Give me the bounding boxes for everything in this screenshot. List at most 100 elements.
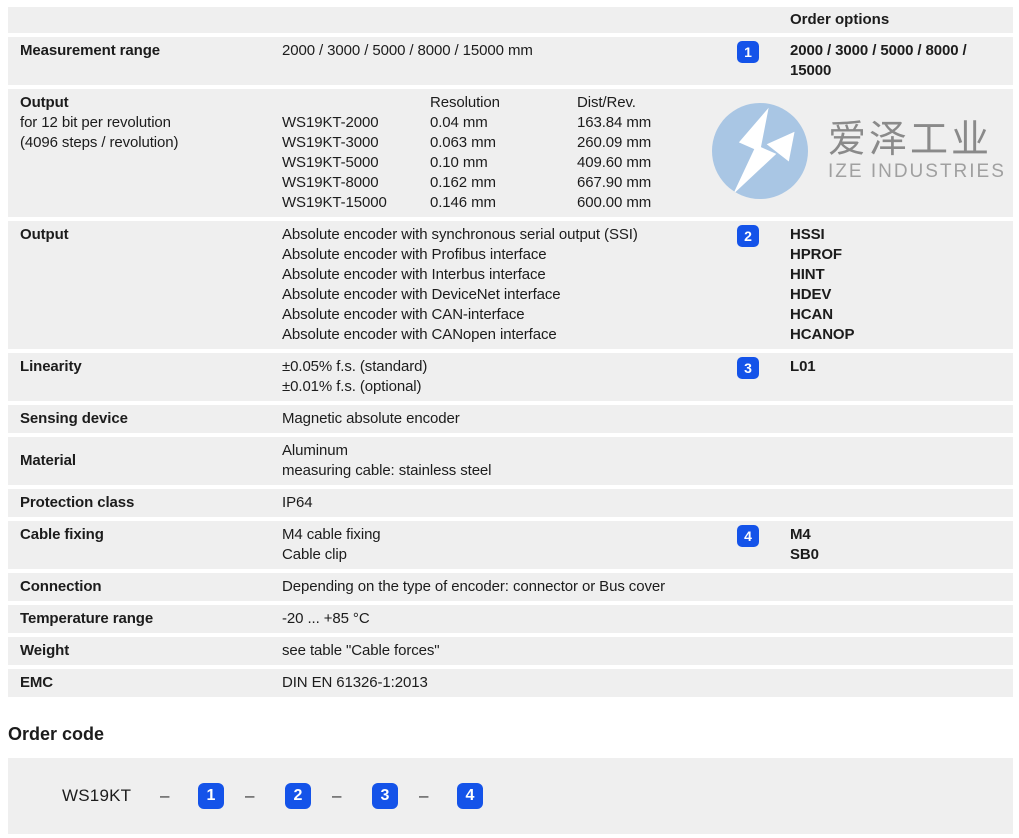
option-line: HCANOP [790, 325, 854, 345]
row-label: Output [8, 221, 282, 349]
order-options-header-row: Order options [8, 7, 1013, 33]
row-order-options: 3 L01 [737, 353, 1013, 401]
table-cell-res: 0.063 mm [430, 133, 577, 153]
order-code-badge-4: 4 [457, 783, 483, 809]
row-weight: Weight see table "Cable forces" [8, 637, 1013, 665]
row-order-options [737, 605, 1013, 633]
value-line: Aluminum [282, 441, 737, 461]
value-line: Absolute encoder with CANopen interface [282, 325, 737, 345]
option-line: M4 [790, 525, 819, 545]
row-order-options: 2 HSSI HPROF HINT HDEV HCAN HCANOP [737, 221, 1013, 349]
option-line: SB0 [790, 545, 819, 565]
row-sublabel: (4096 steps / revolution) [20, 133, 282, 153]
resolution-table: Resolution Dist/Rev. WS19KT-2000 0.04 mm… [282, 89, 737, 217]
value-line: Absolute encoder with DeviceNet interfac… [282, 285, 737, 305]
row-label: Cable fixing [8, 521, 282, 569]
value-line: Absolute encoder with Profibus interface [282, 245, 737, 265]
row-emc: EMC DIN EN 61326-1:2013 [8, 669, 1013, 697]
ize-industries-logo: 爱泽工业 IZE INDUSTRIES [712, 103, 1006, 199]
resolution-table-grid: Resolution Dist/Rev. WS19KT-2000 0.04 mm… [282, 93, 737, 213]
header-label-spacer [8, 7, 282, 33]
table-cell-res: 0.162 mm [430, 173, 577, 193]
header-order-cell: Order options [737, 7, 1013, 33]
option-badge-4: 4 [737, 525, 759, 547]
option-line: HDEV [790, 285, 854, 305]
order-options-title: Order options [790, 10, 889, 30]
option-line: L01 [790, 357, 816, 377]
row-order-options [737, 437, 1013, 485]
order-code-dash: – [332, 786, 341, 806]
datasheet-page: Order options Measurement range 2000 / 3… [0, 0, 1019, 838]
row-label: Temperature range [8, 605, 282, 633]
order-code-heading: Order code [8, 723, 1019, 745]
order-code-badge-3: 3 [372, 783, 398, 809]
row-label: EMC [8, 669, 282, 697]
row-value-block: Absolute encoder with synchronous serial… [282, 221, 737, 349]
row-order-options [737, 573, 1013, 601]
spec-table: Order options Measurement range 2000 / 3… [0, 0, 1019, 697]
option-line: HSSI [790, 225, 854, 245]
option-line: HINT [790, 265, 854, 285]
row-value: -20 ... +85 °C [282, 605, 737, 633]
table-cell-res: 0.10 mm [430, 153, 577, 173]
value-line: measuring cable: stainless steel [282, 461, 737, 481]
option-badge-1: 1 [737, 41, 759, 63]
column-header-resolution: Resolution [430, 93, 577, 113]
table-cell-model: WS19KT-5000 [282, 153, 430, 173]
value-line: Absolute encoder with synchronous serial… [282, 225, 737, 245]
row-label: Measurement range [8, 37, 282, 85]
row-label: Connection [8, 573, 282, 601]
option-badge-2: 2 [737, 225, 759, 247]
row-order-options [737, 405, 1013, 433]
row-order-options [737, 637, 1013, 665]
row-output-interfaces: Output Absolute encoder with synchronous… [8, 221, 1013, 349]
row-label: Material [8, 451, 282, 471]
logo-chinese-name: 爱泽工业 [828, 119, 1006, 161]
table-cell-res: 0.146 mm [430, 193, 577, 213]
option-values: HSSI HPROF HINT HDEV HCAN HCANOP [790, 225, 854, 345]
row-value: see table "Cable forces" [282, 637, 737, 665]
row-sensing-device: Sensing device Magnetic absolute encoder [8, 405, 1013, 433]
header-value-spacer [282, 7, 737, 33]
row-order-options: 1 2000 / 3000 / 5000 / 8000 / 15000 [737, 37, 1013, 85]
option-values: 2000 / 3000 / 5000 / 8000 / 15000 [790, 41, 967, 81]
row-order-options [737, 489, 1013, 517]
option-line: 15000 [790, 61, 967, 81]
row-measurement-range: Measurement range 2000 / 3000 / 5000 / 8… [8, 37, 1013, 85]
table-cell-res: 0.04 mm [430, 113, 577, 133]
value-line: ±0.01% f.s. (optional) [282, 377, 737, 397]
row-linearity: Linearity ±0.05% f.s. (standard) ±0.01% … [8, 353, 1013, 401]
row-material: Material Aluminum measuring cable: stain… [8, 437, 1013, 485]
row-order-options [737, 669, 1013, 697]
row-protection-class: Protection class IP64 [8, 489, 1013, 517]
row-label-block: Output for 12 bit per revolution (4096 s… [8, 89, 282, 217]
order-code-badge-2: 2 [285, 783, 311, 809]
table-cell-model: WS19KT-2000 [282, 113, 430, 133]
table-cell-model: WS19KT-15000 [282, 193, 430, 213]
option-line: HCAN [790, 305, 854, 325]
row-value-block: ±0.05% f.s. (standard) ±0.01% f.s. (opti… [282, 353, 737, 401]
row-temperature-range: Temperature range -20 ... +85 °C [8, 605, 1013, 633]
option-values: M4 SB0 [790, 525, 819, 565]
value-line: Cable clip [282, 545, 737, 565]
ize-logo-icon [712, 103, 808, 199]
row-label: Output [20, 93, 282, 113]
value-line: Absolute encoder with Interbus interface [282, 265, 737, 285]
row-label: Linearity [8, 353, 282, 401]
row-label: Sensing device [8, 405, 282, 433]
order-code-dash: – [419, 786, 428, 806]
value-line: ±0.05% f.s. (standard) [282, 357, 737, 377]
row-connection: Connection Depending on the type of enco… [8, 573, 1013, 601]
order-code-dash: – [160, 786, 169, 806]
option-line: 2000 / 3000 / 5000 / 8000 / [790, 41, 967, 61]
row-value: DIN EN 61326-1:2013 [282, 669, 737, 697]
row-order-options: 4 M4 SB0 [737, 521, 1013, 569]
order-code-row: WS19KT – 1 – 2 – 3 – 4 [8, 758, 1013, 834]
order-code-prefix: WS19KT [62, 786, 131, 806]
row-value-block: M4 cable fixing Cable clip [282, 521, 737, 569]
table-cell-model: WS19KT-3000 [282, 133, 430, 153]
value-line: Absolute encoder with CAN-interface [282, 305, 737, 325]
order-code-badge-1: 1 [198, 783, 224, 809]
row-output-resolution: Output for 12 bit per revolution (4096 s… [8, 89, 1013, 217]
row-value: Magnetic absolute encoder [282, 405, 737, 433]
